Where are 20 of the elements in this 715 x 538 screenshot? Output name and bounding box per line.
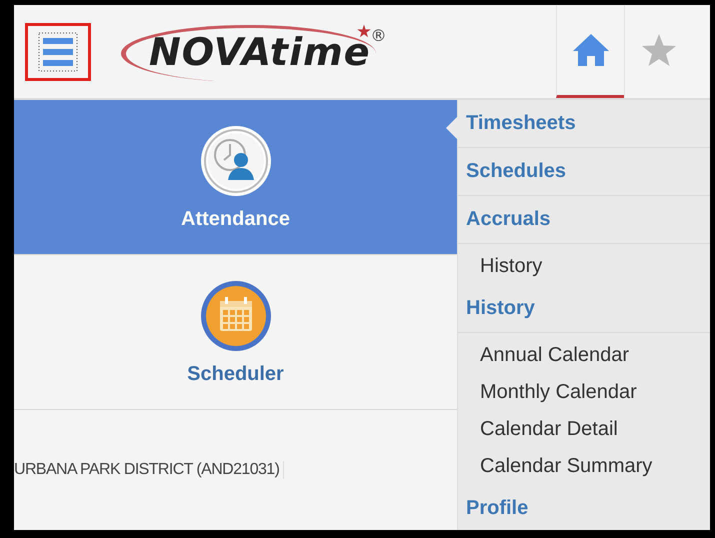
- menu-item[interactable]: History: [458, 244, 710, 285]
- calendar-icon: [198, 278, 272, 352]
- menu-heading[interactable]: Profile: [458, 485, 710, 530]
- company-name: URBANA PARK DISTRICT (AND21031): [14, 461, 284, 479]
- menu-heading[interactable]: Timesheets: [458, 100, 710, 148]
- menu-item[interactable]: Annual Calendar: [458, 333, 710, 374]
- menu-heading[interactable]: History: [458, 285, 710, 333]
- menu-heading[interactable]: Accruals: [458, 196, 710, 244]
- logo: NOVAtime$^{®}$: [119, 20, 392, 82]
- menu-icon: [38, 32, 78, 72]
- menu-item[interactable]: Calendar Detail: [458, 411, 710, 448]
- home-icon: [572, 33, 610, 67]
- menu-heading[interactable]: Schedules: [458, 148, 710, 196]
- star-icon: [640, 33, 676, 67]
- menu-button[interactable]: [25, 22, 91, 80]
- menu-item[interactable]: Calendar Summary: [458, 448, 710, 485]
- menu-item[interactable]: Monthly Calendar: [458, 374, 710, 411]
- module-tile[interactable]: Attendance: [14, 100, 457, 255]
- clock-person-icon: [198, 124, 272, 198]
- home-tab[interactable]: [556, 5, 624, 98]
